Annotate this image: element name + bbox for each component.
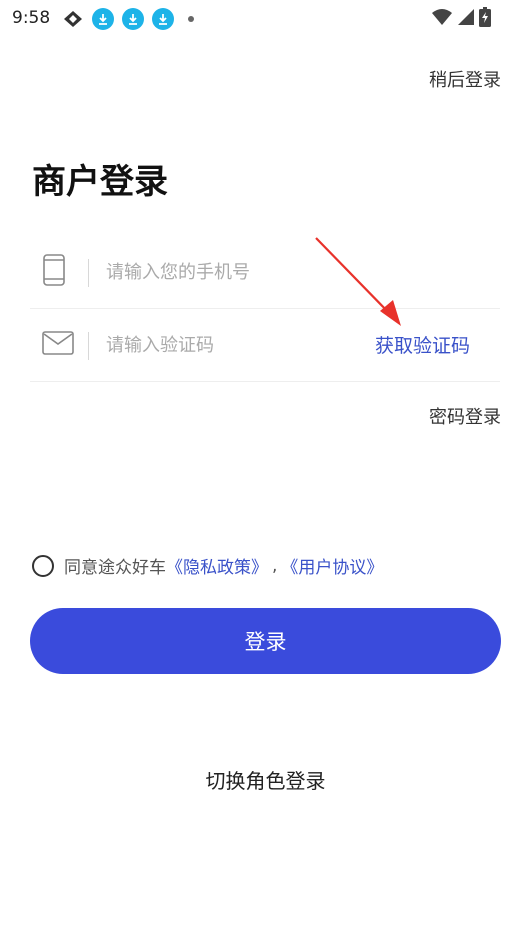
phone-field-row bbox=[30, 236, 500, 309]
download-icon bbox=[152, 8, 174, 30]
field-divider bbox=[88, 332, 89, 360]
battery-icon bbox=[479, 7, 491, 27]
phone-input[interactable] bbox=[106, 256, 356, 288]
agreement-prefix: 同意途众好车 bbox=[64, 558, 166, 578]
code-input[interactable] bbox=[106, 329, 356, 361]
switch-role-link[interactable]: 切换角色登录 bbox=[0, 765, 531, 794]
system-icons bbox=[431, 7, 491, 27]
signal-icon bbox=[458, 9, 474, 25]
password-login-link[interactable]: 密码登录 bbox=[429, 403, 501, 429]
status-bar: 9:58 bbox=[0, 0, 531, 38]
privacy-policy-link[interactable]: 《隐私政策》 bbox=[166, 553, 268, 578]
notification-icons bbox=[62, 8, 194, 30]
login-button[interactable]: 登录 bbox=[30, 608, 501, 674]
mail-icon bbox=[42, 331, 74, 359]
code-field-row: 获取验证码 bbox=[30, 309, 500, 382]
phone-icon bbox=[42, 254, 66, 290]
download-icon bbox=[92, 8, 114, 30]
app-diamond-icon bbox=[64, 11, 82, 27]
login-later-link[interactable]: 稍后登录 bbox=[429, 66, 501, 92]
status-time: 9:58 bbox=[12, 8, 51, 28]
get-code-button[interactable]: 获取验证码 bbox=[375, 331, 470, 358]
download-icon bbox=[122, 8, 144, 30]
agreement-separator: , bbox=[272, 555, 278, 576]
wifi-icon bbox=[432, 9, 452, 25]
agreement-radio[interactable] bbox=[32, 554, 54, 577]
field-divider bbox=[88, 259, 89, 287]
agreement-row: 同意途众好车 《隐私政策》 , 《用户协议》 bbox=[32, 553, 383, 578]
page-title: 商户登录 bbox=[32, 162, 168, 202]
more-notifications-dot-icon bbox=[188, 16, 194, 22]
user-agreement-link[interactable]: 《用户协议》 bbox=[281, 553, 383, 578]
annotation-arrow-icon bbox=[315, 237, 401, 326]
